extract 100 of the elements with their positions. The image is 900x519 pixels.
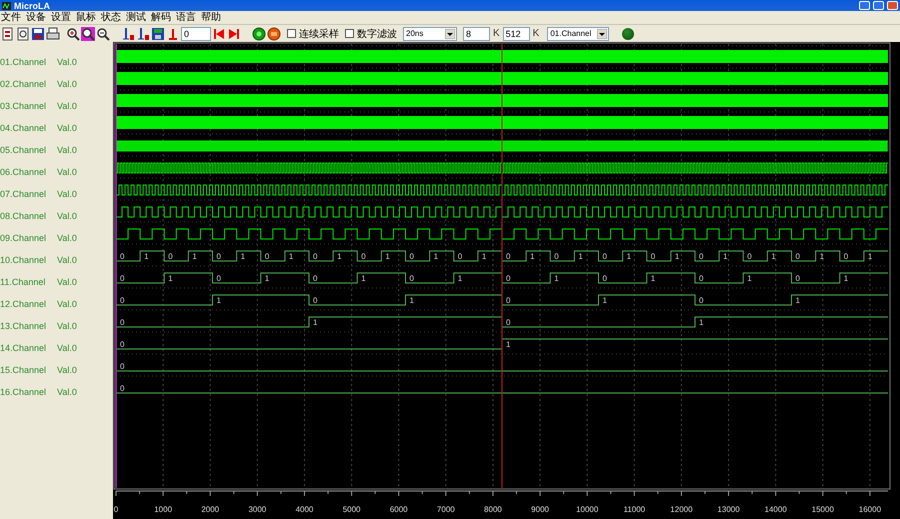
checkbox[interactable] bbox=[287, 29, 296, 38]
cursor-two-icon[interactable] bbox=[136, 26, 150, 40]
menu-item[interactable]: 语言 bbox=[175, 12, 200, 24]
open-document-icon[interactable] bbox=[16, 26, 30, 40]
dropdown-arrow-icon[interactable] bbox=[597, 28, 608, 38]
bit-value: 1 bbox=[578, 252, 583, 261]
bit-value: 1 bbox=[554, 274, 559, 283]
channel-name: 06.Channel bbox=[0, 167, 48, 177]
axis-label: 4000 bbox=[296, 505, 314, 514]
menu-item[interactable]: 设备 bbox=[25, 12, 50, 24]
channel-value: Val.0 bbox=[57, 343, 77, 353]
channel-value: Val.0 bbox=[57, 277, 77, 287]
axis-label: 0 bbox=[114, 505, 118, 514]
close-icon[interactable] bbox=[887, 1, 898, 10]
bit-value: 1 bbox=[264, 274, 270, 283]
channel-value: Val.0 bbox=[57, 255, 77, 265]
zoom-out-icon[interactable] bbox=[96, 26, 110, 40]
zoom-area-icon[interactable] bbox=[81, 26, 95, 40]
bit-value: 0 bbox=[120, 296, 124, 305]
unit-label: K bbox=[532, 28, 540, 39]
bit-value: 0 bbox=[120, 384, 124, 393]
bit-value: 0 bbox=[168, 252, 173, 261]
start-cursor[interactable] bbox=[115, 44, 117, 488]
axis-label: 5000 bbox=[342, 505, 360, 514]
bit-value: 1 bbox=[602, 296, 607, 305]
bit-value: 0 bbox=[361, 252, 366, 261]
axis-label: 6000 bbox=[390, 505, 408, 514]
bit-value: 0 bbox=[602, 274, 607, 283]
bit-value: 1 bbox=[699, 318, 704, 327]
bit-value: 1 bbox=[796, 296, 800, 305]
window-title: MicroLA bbox=[14, 0, 50, 10]
channel-value: Val.0 bbox=[57, 299, 77, 309]
bit-value: 0 bbox=[120, 274, 124, 283]
axis-label: 12000 bbox=[670, 505, 693, 514]
axis-label: 11000 bbox=[623, 505, 646, 514]
bit-value: 0 bbox=[699, 296, 704, 305]
menu-item[interactable]: 测试 bbox=[125, 12, 150, 24]
channel-dropdown[interactable]: 01.Channel bbox=[547, 26, 610, 40]
menu-item[interactable]: 状态 bbox=[100, 12, 125, 24]
bit-value: 1 bbox=[434, 252, 438, 261]
stop-icon[interactable] bbox=[267, 26, 281, 40]
zoom-in-icon[interactable] bbox=[66, 26, 80, 40]
channel-name: 01.Channel bbox=[0, 57, 48, 67]
channel-value: Val.0 bbox=[57, 365, 77, 375]
run-icon[interactable] bbox=[252, 26, 266, 40]
status-led bbox=[622, 28, 634, 40]
bit-value: 0 bbox=[554, 252, 559, 261]
bit-value: 1 bbox=[723, 252, 728, 261]
bit-value: 0 bbox=[313, 274, 318, 283]
bit-value: 1 bbox=[530, 252, 535, 261]
bit-value: 0 bbox=[120, 252, 124, 261]
channel-name: 10.Channel bbox=[0, 255, 48, 265]
bit-value: 1 bbox=[626, 252, 632, 261]
menu-item[interactable]: 设置 bbox=[50, 12, 75, 24]
sample-rate-dropdown[interactable]: 20ns bbox=[403, 26, 457, 40]
unit-label: K bbox=[493, 28, 500, 39]
channel-name: 02.Channel bbox=[0, 79, 48, 89]
bit-value: 1 bbox=[313, 318, 318, 327]
printer-icon[interactable] bbox=[46, 26, 60, 40]
bit-value: 1 bbox=[771, 252, 776, 261]
channel-value: Val.0 bbox=[57, 101, 77, 111]
bit-value: 0 bbox=[796, 274, 800, 283]
maximize-icon[interactable] bbox=[873, 1, 884, 10]
bit-value: 0 bbox=[747, 252, 752, 261]
dropdown-arrow-icon[interactable] bbox=[445, 28, 455, 38]
channel-value: Val.0 bbox=[57, 211, 77, 221]
channel-name: 09.Channel bbox=[0, 233, 48, 243]
bit-value: 0 bbox=[216, 274, 221, 283]
channel-value: Val.0 bbox=[57, 233, 77, 243]
channel-value: Val.0 bbox=[57, 189, 77, 199]
menu-item[interactable]: 帮助 bbox=[200, 12, 225, 24]
menu-item[interactable]: 鼠标 bbox=[75, 12, 100, 24]
skip-back-icon[interactable] bbox=[212, 26, 226, 40]
bit-value: 0 bbox=[506, 296, 510, 305]
menu-item[interactable]: 文件 bbox=[0, 12, 25, 24]
axis-label: 7000 bbox=[436, 505, 455, 514]
marker-icon[interactable] bbox=[166, 26, 180, 40]
bit-value: 0 bbox=[458, 252, 462, 261]
axis-label: 15000 bbox=[812, 505, 834, 514]
channel-value: Val.0 bbox=[57, 387, 77, 397]
save-icon[interactable] bbox=[151, 26, 165, 40]
bit-value: 1 bbox=[674, 252, 680, 261]
channel-name: 13.Channel bbox=[0, 321, 48, 331]
position-field[interactable]: 0 bbox=[181, 26, 211, 40]
channel-value: Val.0 bbox=[57, 321, 77, 331]
skip-forward-icon[interactable] bbox=[227, 26, 241, 40]
bit-value: 0 bbox=[844, 252, 848, 261]
depth-field[interactable]: 8 bbox=[463, 26, 490, 40]
channel-name: 04.Channel bbox=[0, 123, 48, 133]
size-field[interactable]: 512 bbox=[502, 26, 530, 40]
minimize-icon[interactable] bbox=[859, 1, 870, 10]
bit-value: 0 bbox=[120, 318, 124, 327]
channel-value: Val.0 bbox=[57, 57, 77, 67]
channel-name: 07.Channel bbox=[0, 189, 48, 199]
channel-value: Val.0 bbox=[57, 123, 77, 133]
menu-item[interactable]: 解码 bbox=[150, 12, 175, 24]
checkbox[interactable] bbox=[345, 29, 354, 38]
save-icon[interactable] bbox=[31, 26, 45, 40]
new-document-icon[interactable] bbox=[1, 26, 15, 40]
cursor-one-icon[interactable] bbox=[121, 26, 135, 40]
